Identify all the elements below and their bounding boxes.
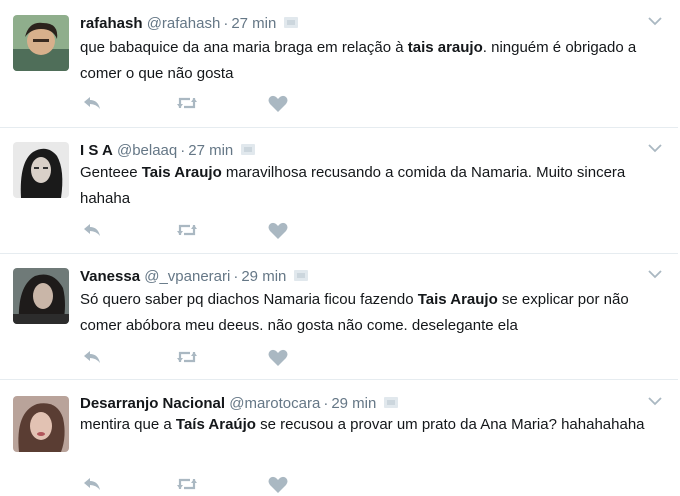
username[interactable]: @marotocara <box>229 395 320 412</box>
heart-icon[interactable] <box>268 222 288 240</box>
media-badge-icon <box>384 396 399 408</box>
tweet[interactable]: rafahash @rafahash · 27 min que babaquice … <box>0 0 678 128</box>
timestamp[interactable]: 29 min <box>241 268 286 285</box>
chevron-down-icon[interactable] <box>648 16 662 26</box>
timestamp[interactable]: 27 min <box>188 142 233 159</box>
retweet-icon[interactable] <box>175 222 199 238</box>
reply-icon[interactable] <box>82 95 102 111</box>
avatar[interactable] <box>13 15 69 71</box>
highlighted-term: Tais Araujo <box>417 291 498 308</box>
tweet-text-segment: que babaquice da ana maria braga em rela… <box>80 39 408 56</box>
separator-dot: · <box>323 395 329 412</box>
username[interactable]: @_vpanerari <box>144 268 230 285</box>
media-badge-icon <box>284 16 299 28</box>
retweet-icon[interactable] <box>175 476 199 492</box>
tweet-text: Só quero saber pq diachos Namaria ficou … <box>80 287 660 339</box>
avatar[interactable] <box>13 268 69 324</box>
chevron-down-icon[interactable] <box>648 396 662 406</box>
reply-icon[interactable] <box>82 476 102 492</box>
heart-icon[interactable] <box>268 349 288 367</box>
display-name[interactable]: I S A <box>80 142 113 159</box>
tweet-text-segment: Só quero saber pq diachos Namaria ficou … <box>80 291 418 308</box>
tweet-header: I S A @belaaq · 27 min <box>80 141 256 161</box>
avatar[interactable] <box>13 142 69 198</box>
separator-dot: · <box>233 268 239 285</box>
display-name[interactable]: rafahash <box>80 15 143 32</box>
tweet-text: Genteee Tais Araujo maravilhosa recusand… <box>80 160 660 212</box>
reply-icon[interactable] <box>82 222 102 238</box>
timeline-feed: rafahash @rafahash · 27 min que babaquice … <box>0 0 680 494</box>
separator-dot: · <box>180 142 186 159</box>
tweet-header: Desarranjo Nacional @marotocara · 29 min <box>80 394 399 414</box>
media-badge-icon <box>241 143 256 155</box>
tweet-text-segment: se recusou a provar um prato da Ana Mari… <box>255 416 645 433</box>
tweet[interactable]: I S A @belaaq · 27 min Genteee Tais Araujo… <box>0 128 678 254</box>
chevron-down-icon[interactable] <box>648 143 662 153</box>
heart-icon[interactable] <box>268 476 288 494</box>
display-name[interactable]: Desarranjo Nacional <box>80 395 225 412</box>
separator-dot: · <box>223 15 229 32</box>
heart-icon[interactable] <box>268 95 288 113</box>
tweet[interactable]: Desarranjo Nacional @marotocara · 29 min m… <box>0 380 678 494</box>
tweet-text: mentira que a Taís Araújo se recusou a p… <box>80 412 660 438</box>
tweet-text: que babaquice da ana maria braga em rela… <box>80 35 660 87</box>
username[interactable]: @belaaq <box>117 142 177 159</box>
username[interactable]: @rafahash <box>147 15 221 32</box>
timestamp[interactable]: 29 min <box>331 395 376 412</box>
avatar[interactable] <box>13 396 69 452</box>
media-badge-icon <box>294 269 309 281</box>
highlighted-term: Taís Araújo <box>175 416 256 433</box>
chevron-down-icon[interactable] <box>648 269 662 279</box>
retweet-icon[interactable] <box>175 349 199 365</box>
display-name[interactable]: Vanessa <box>80 268 140 285</box>
tweet-header: rafahash @rafahash · 27 min <box>80 14 299 34</box>
retweet-icon[interactable] <box>175 95 199 111</box>
timestamp[interactable]: 27 min <box>231 15 276 32</box>
highlighted-term: Tais Araujo <box>141 164 222 181</box>
tweet-header: Vanessa @_vpanerari · 29 min <box>80 267 309 287</box>
tweet-text-segment: Genteee <box>80 164 142 181</box>
reply-icon[interactable] <box>82 349 102 365</box>
tweet[interactable]: Vanessa @_vpanerari · 29 min Só quero sabe… <box>0 254 678 380</box>
tweet-text-segment: mentira que a <box>80 416 176 433</box>
highlighted-term: tais araujo <box>407 39 483 56</box>
